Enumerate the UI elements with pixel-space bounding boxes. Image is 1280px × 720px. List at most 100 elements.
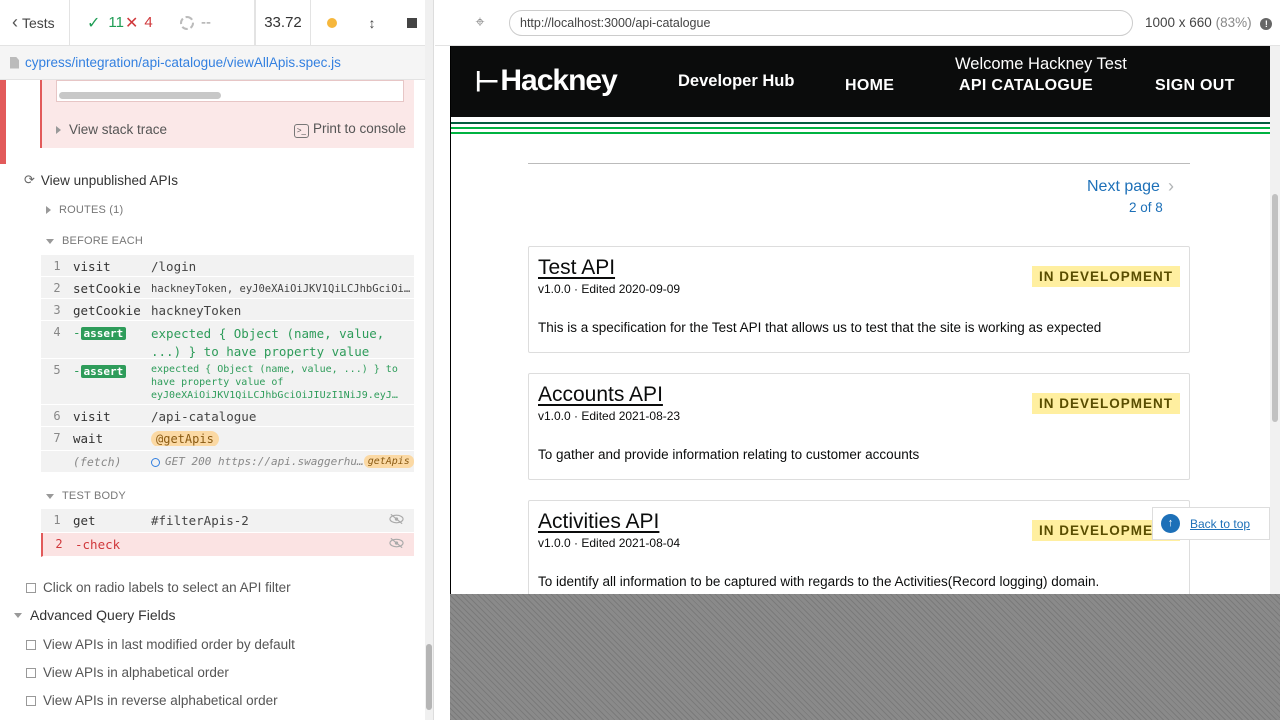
- command-row[interactable]: 6 visit /api-catalogue: [41, 405, 414, 427]
- test-item[interactable]: View APIs in alphabetical order: [26, 665, 229, 680]
- selector-playground-crosshair-icon[interactable]: ⌖: [461, 14, 499, 32]
- aut-scrollbar[interactable]: [1270, 46, 1280, 594]
- command-row[interactable]: 3 getCookie hackneyToken: [41, 299, 414, 321]
- developer-hub-title[interactable]: Developer Hub: [678, 72, 794, 91]
- back-to-top-link[interactable]: ↑ Back to top: [1152, 507, 1270, 540]
- hackney-logo[interactable]: ⊢ Hackney: [475, 64, 618, 98]
- scrollbar-thumb[interactable]: [426, 644, 432, 710]
- assert-badge: assert: [80, 327, 127, 340]
- api-description: To gather and provide information relati…: [538, 447, 920, 462]
- pending-circle-icon: [180, 15, 194, 30]
- terminal-icon: >_: [293, 123, 309, 138]
- scrollbar-thumb[interactable]: [1272, 194, 1278, 422]
- file-icon: [10, 56, 19, 69]
- status-tag: IN DEVELOPMENT: [1031, 393, 1180, 414]
- failed-command-row[interactable]: 2 -check: [41, 533, 414, 557]
- command-row[interactable]: 2 setCookie hackneyToken, eyJ0eXAiOiJKV1…: [41, 277, 414, 299]
- caret-right-icon: [56, 125, 61, 134]
- assert-row[interactable]: 4 - assert expected { Object (name, value…: [41, 321, 414, 359]
- next-page-link[interactable]: Next page ›: [1087, 176, 1174, 197]
- view-stack-trace-toggle[interactable]: View stack trace: [56, 122, 167, 137]
- test-item[interactable]: View APIs in reverse alphabetical order: [26, 693, 278, 708]
- test-body-header[interactable]: TEST BODY: [46, 490, 126, 502]
- api-title-link[interactable]: Activities API: [538, 510, 659, 534]
- api-title-link[interactable]: Test API: [538, 256, 615, 280]
- api-description: This is a specification for the Test API…: [538, 320, 1102, 335]
- x-icon: ✕: [125, 14, 139, 32]
- api-meta: v1.0.0 · Edited 2021-08-23: [538, 409, 681, 423]
- caret-down-icon: [14, 612, 22, 618]
- test-status-icon: [26, 582, 36, 593]
- reporter-scrollbar[interactable]: [425, 0, 433, 720]
- nav-sign-out-link[interactable]: SIGN OUT: [1155, 77, 1235, 95]
- api-title-link[interactable]: Accounts API: [538, 383, 663, 407]
- stats-bar: ‹ Tests ✓ 11 ✕ 4 -- 33.72 ↕: [0, 0, 433, 46]
- api-card: Test API v1.0.0 · Edited 2020-09-09 IN D…: [528, 246, 1190, 353]
- auto-scroll-indicator-icon[interactable]: [326, 17, 337, 28]
- suite-advanced-query-fields[interactable]: Advanced Query Fields: [14, 607, 176, 623]
- api-meta: v1.0.0 · Edited 2021-08-04: [538, 536, 681, 550]
- before-each-header[interactable]: BEFORE EACH: [46, 235, 143, 247]
- failed-test-indicator: [0, 80, 6, 164]
- spec-file-link[interactable]: cypress/integration/api-catalogue/viewAl…: [25, 55, 341, 70]
- assert-badge: assert: [80, 365, 127, 378]
- test-status-icon: [26, 639, 36, 650]
- info-icon: !: [1260, 18, 1273, 30]
- error-scrollbar-thumb[interactable]: [59, 92, 221, 99]
- tests-button[interactable]: ‹ Tests: [0, 0, 70, 46]
- url-bar[interactable]: http://localhost:3000/api-catalogue: [509, 9, 1133, 36]
- welcome-message: Welcome Hackney Test: [955, 55, 1127, 73]
- command-row[interactable]: 1 get #filterApis-2: [41, 509, 414, 533]
- eye-slash-icon[interactable]: [389, 514, 404, 524]
- aut-iframe: ⊢ Hackney Developer Hub HOME Welcome Hack…: [450, 46, 1280, 594]
- pending-count[interactable]: --: [180, 0, 255, 46]
- hackney-h-logo-icon: ⊢: [475, 65, 499, 97]
- api-card: Accounts API v1.0.0 · Edited 2021-08-23 …: [528, 373, 1190, 480]
- alias-badge: getApis: [363, 455, 414, 468]
- chevron-left-icon: ‹: [12, 12, 18, 32]
- nav-api-catalogue-link[interactable]: API CATALOGUE: [959, 77, 1093, 95]
- fetch-row[interactable]: (fetch) GET 200 https://api.swaggerhu… ge…: [41, 451, 414, 473]
- routes-toggle[interactable]: ROUTES (1): [46, 204, 123, 216]
- check-icon: ✓: [87, 14, 101, 32]
- passed-count[interactable]: ✓ 11: [70, 0, 125, 46]
- nav-home-link[interactable]: HOME: [845, 77, 894, 95]
- before-each-commands: 1 visit /login 2 setCookie hackneyToken,…: [41, 255, 414, 473]
- print-to-console-button[interactable]: >_ Print to console: [293, 121, 406, 138]
- section-divider: [528, 163, 1190, 164]
- status-tag: IN DEVELOPMENT: [1031, 266, 1180, 287]
- caret-right-icon: [46, 206, 51, 214]
- alias-badge: @getApis: [151, 431, 219, 446]
- command-row[interactable]: 1 visit /login: [41, 255, 414, 277]
- test-status-icon: [26, 667, 36, 678]
- controls: ↕: [311, 0, 433, 46]
- caret-down-icon: [46, 238, 54, 244]
- page-indicator: 2 of 8: [1129, 200, 1163, 215]
- test-title-view-unpublished[interactable]: ⟳ View unpublished APIs: [24, 172, 178, 188]
- caret-down-icon: [46, 493, 54, 499]
- error-panel: View stack trace >_ Print to console: [40, 80, 414, 148]
- header-stripes: [451, 122, 1271, 136]
- chevron-right-icon: ›: [1167, 176, 1174, 196]
- viewport-info[interactable]: 1000 x 660 (83%) !: [1145, 15, 1273, 30]
- test-status-icon: [26, 695, 36, 706]
- api-description: To identify all information to be captur…: [538, 574, 1100, 589]
- arrow-up-icon: ↑: [1161, 514, 1180, 533]
- spec-file-bar: cypress/integration/api-catalogue/viewAl…: [0, 46, 433, 80]
- test-body-commands: 1 get #filterApis-2 2 -check: [41, 509, 414, 557]
- test-item[interactable]: View APIs in last modified order by defa…: [26, 637, 295, 652]
- test-item[interactable]: Click on radio labels to select an API f…: [26, 580, 291, 595]
- resize-vertical-icon[interactable]: ↕: [368, 15, 375, 31]
- error-scroll-area[interactable]: [56, 80, 404, 102]
- duration: 33.72: [255, 0, 311, 46]
- eye-slash-icon[interactable]: [389, 538, 404, 548]
- stop-icon[interactable]: [407, 17, 418, 28]
- assert-row[interactable]: 5 - assert expected { Object (name, value…: [41, 359, 414, 405]
- failed-count[interactable]: ✕ 4: [125, 0, 180, 46]
- api-meta: v1.0.0 · Edited 2020-09-09: [538, 282, 681, 296]
- command-row[interactable]: 7 wait @getApis: [41, 427, 414, 451]
- cypress-reporter: ‹ Tests ✓ 11 ✕ 4 -- 33.72 ↕ cypress/inte…: [0, 0, 434, 720]
- refresh-icon: ⟳: [24, 172, 35, 187]
- runnable-list: View stack trace >_ Print to console ⟳ Vi…: [0, 80, 433, 720]
- unused-viewport-area: [450, 594, 1280, 720]
